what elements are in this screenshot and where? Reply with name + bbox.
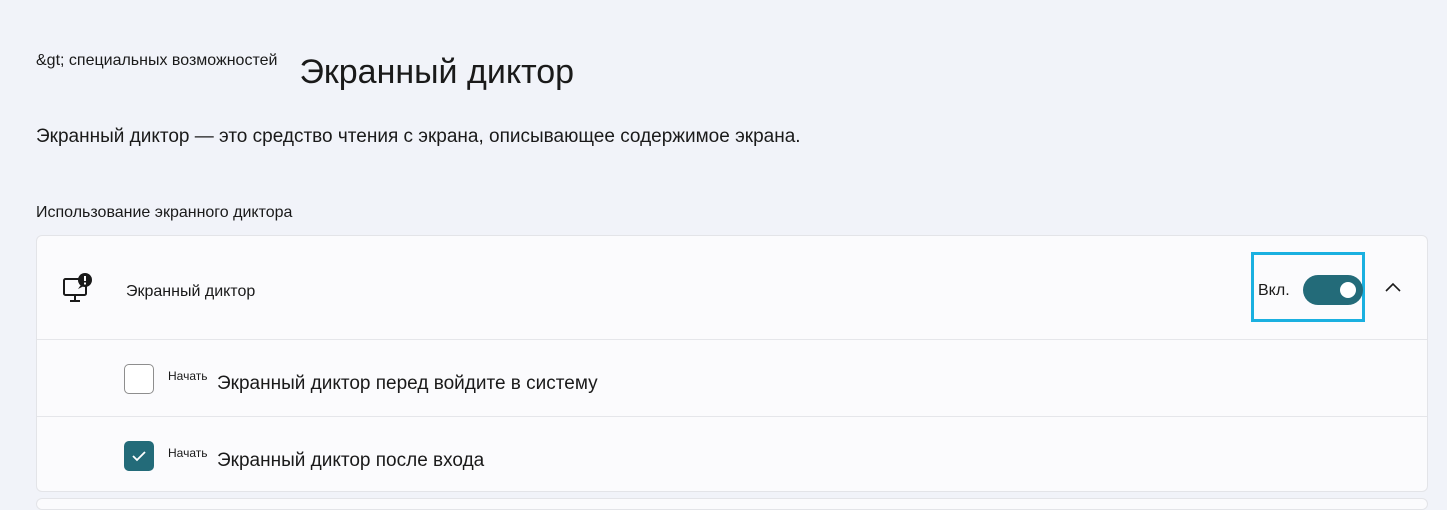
option-row-before-signin: Начать Экранный диктор перед войдите в с…	[37, 340, 1427, 417]
checkbox-before-signin[interactable]	[124, 364, 154, 394]
narrator-label: Экранный диктор	[126, 283, 256, 300]
narrator-toggle[interactable]	[1303, 275, 1363, 305]
breadcrumb: &gt; специальных возможностей Экранный д…	[36, 48, 574, 94]
narrator-toggle-focus-outline: Вкл.	[1251, 252, 1365, 322]
next-settings-card	[36, 498, 1428, 510]
option-label: Экранный диктор после входа	[217, 450, 485, 471]
page-title: Экранный диктор	[299, 53, 575, 91]
checkmark-icon	[132, 451, 146, 462]
chevron-up-icon[interactable]	[1381, 276, 1405, 300]
narrator-card-header[interactable]: Экранный диктор Вкл.	[37, 236, 1427, 340]
narrator-settings-card: Экранный диктор Вкл. Начать Экранный дик…	[36, 235, 1428, 492]
section-heading: Использование экранного диктора	[36, 204, 293, 221]
page-description: Экранный диктор — это средство чтения с …	[36, 126, 801, 147]
option-row-after-signin: Начать Экранный диктор после входа	[37, 417, 1427, 491]
breadcrumb-parent-link[interactable]: &gt; специальных возможностей	[36, 48, 277, 72]
option-prefix: Начать	[168, 446, 208, 460]
toggle-state-label: Вкл.	[1258, 282, 1290, 299]
checkbox-after-signin[interactable]	[124, 441, 154, 471]
narrator-icon	[61, 272, 95, 306]
option-prefix: Начать	[168, 369, 208, 383]
toggle-knob	[1340, 282, 1356, 298]
option-label: Экранный диктор перед войдите в систему	[217, 373, 598, 394]
